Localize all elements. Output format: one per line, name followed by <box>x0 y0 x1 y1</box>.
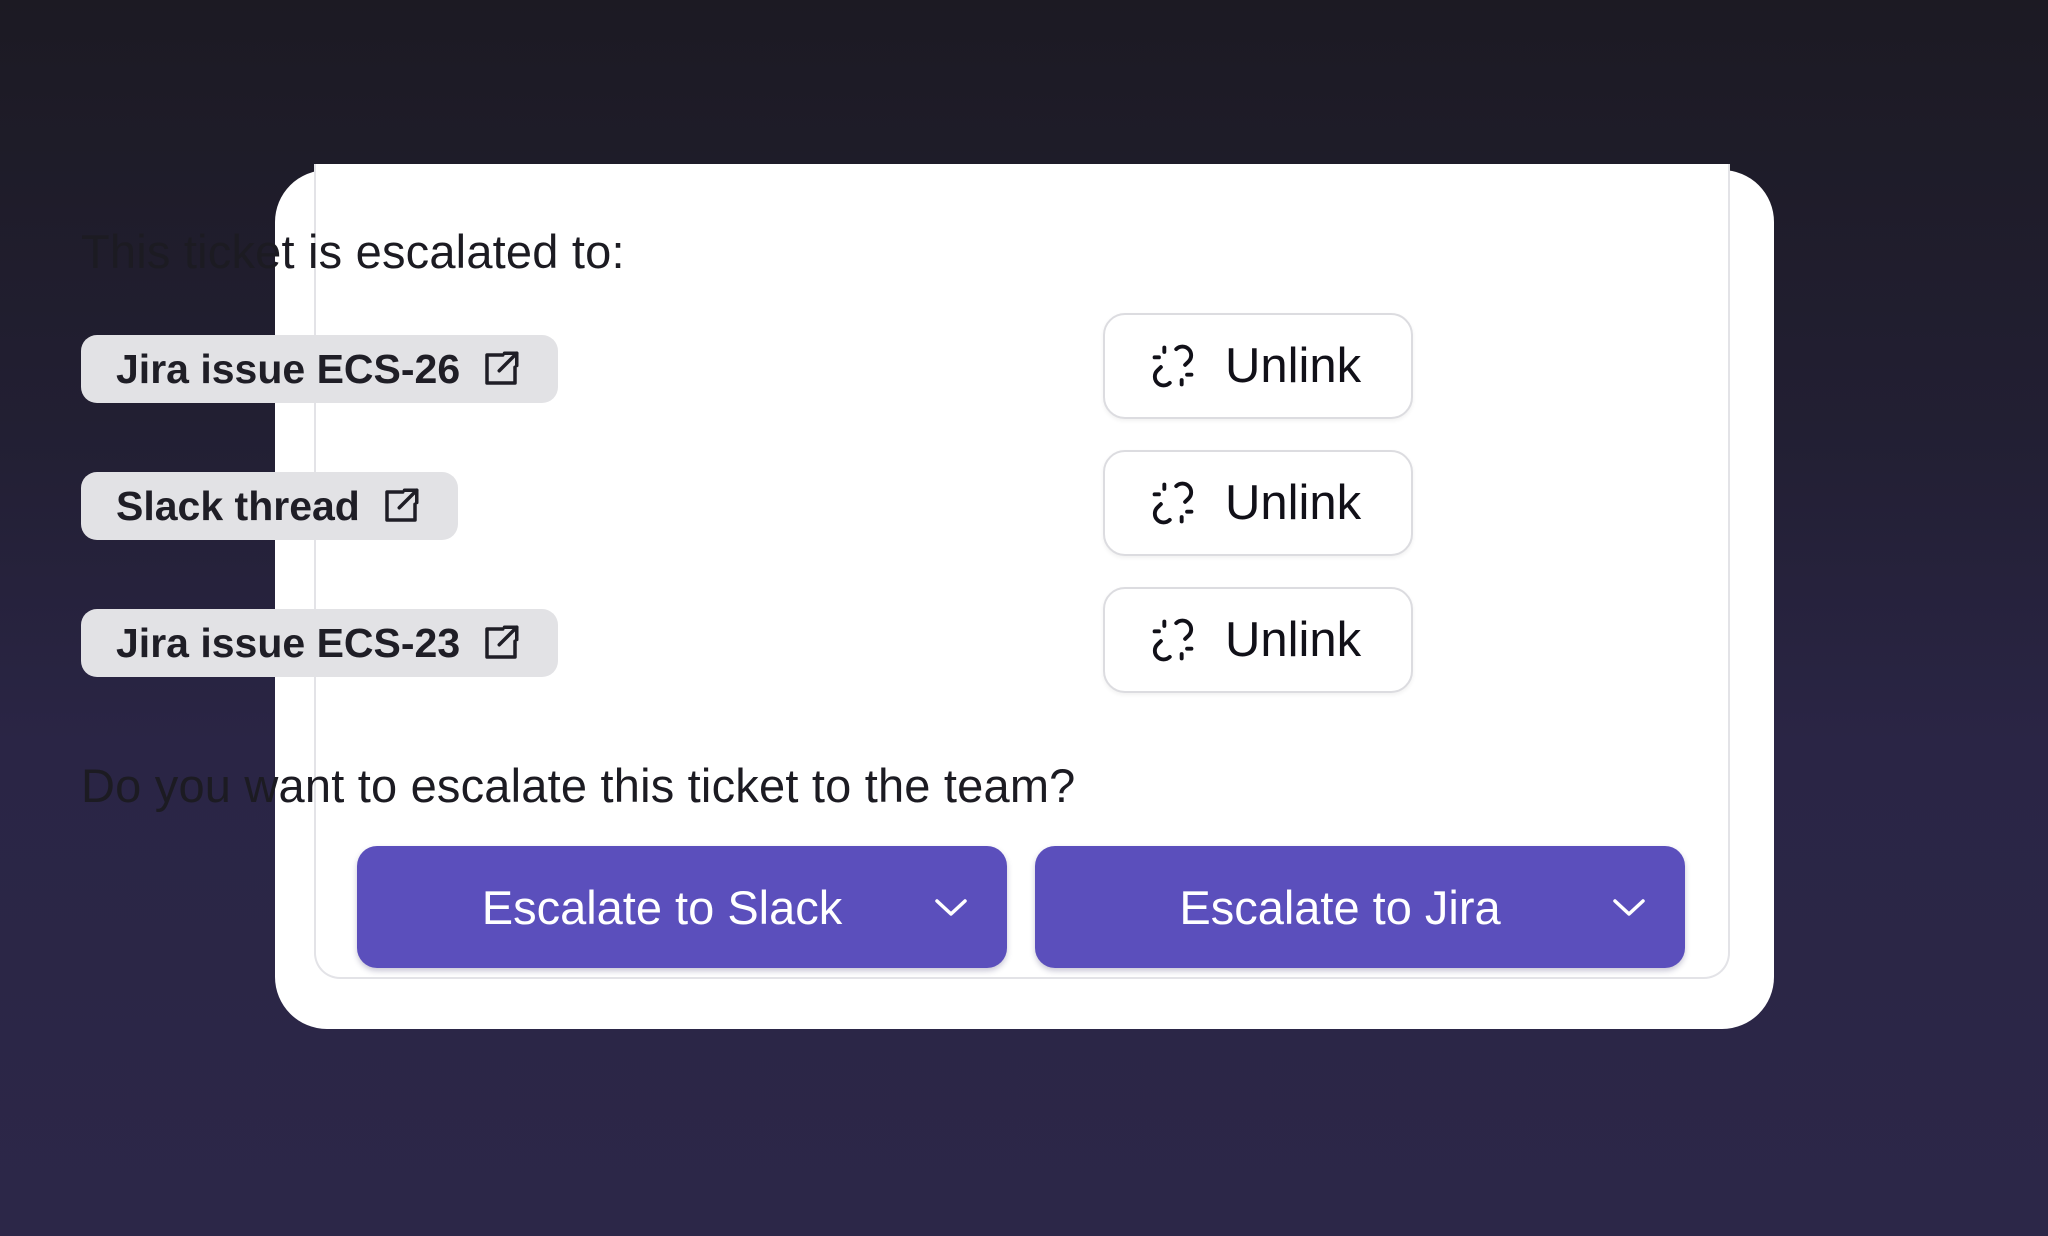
external-link-icon <box>485 625 519 659</box>
broken-link-icon <box>1152 618 1194 662</box>
broken-link-icon <box>1152 344 1194 388</box>
unlink-button[interactable]: Unlink <box>1103 313 1413 419</box>
link-label: Jira issue ECS-23 <box>116 619 461 666</box>
jira-issue-link[interactable]: Jira issue ECS-26 <box>81 335 559 403</box>
external-link-icon <box>485 351 519 385</box>
escalation-link-row: Jira issue ECS-26 Unlink <box>81 313 1413 421</box>
chevron-down-icon[interactable] <box>931 890 971 924</box>
unlink-label: Unlink <box>1225 339 1362 393</box>
escalate-to-slack-button[interactable]: Escalate to Slack <box>357 846 1007 968</box>
escalate-question: Do you want to escalate this ticket to t… <box>81 759 1076 812</box>
escalation-link-row: Slack thread Unlink <box>81 450 1413 558</box>
escalate-to-jira-label: Escalate to Jira <box>1179 880 1501 934</box>
link-label: Jira issue ECS-26 <box>116 345 461 392</box>
unlink-label: Unlink <box>1225 476 1362 530</box>
external-link-icon <box>385 488 419 522</box>
escalated-heading: This ticket is escalated to: <box>81 225 625 278</box>
broken-link-icon <box>1152 481 1194 525</box>
unlink-button[interactable]: Unlink <box>1103 450 1413 556</box>
chevron-down-icon[interactable] <box>1609 890 1649 924</box>
jira-issue-link[interactable]: Jira issue ECS-23 <box>81 609 559 677</box>
link-label: Slack thread <box>116 482 360 529</box>
unlink-label: Unlink <box>1225 613 1362 667</box>
slack-thread-link[interactable]: Slack thread <box>81 472 458 540</box>
escalate-to-slack-label: Escalate to Slack <box>481 880 843 934</box>
escalate-to-jira-button[interactable]: Escalate to Jira <box>1035 846 1685 968</box>
escalation-link-row: Jira issue ECS-23 Unlink <box>81 587 1413 695</box>
unlink-button[interactable]: Unlink <box>1103 587 1413 693</box>
